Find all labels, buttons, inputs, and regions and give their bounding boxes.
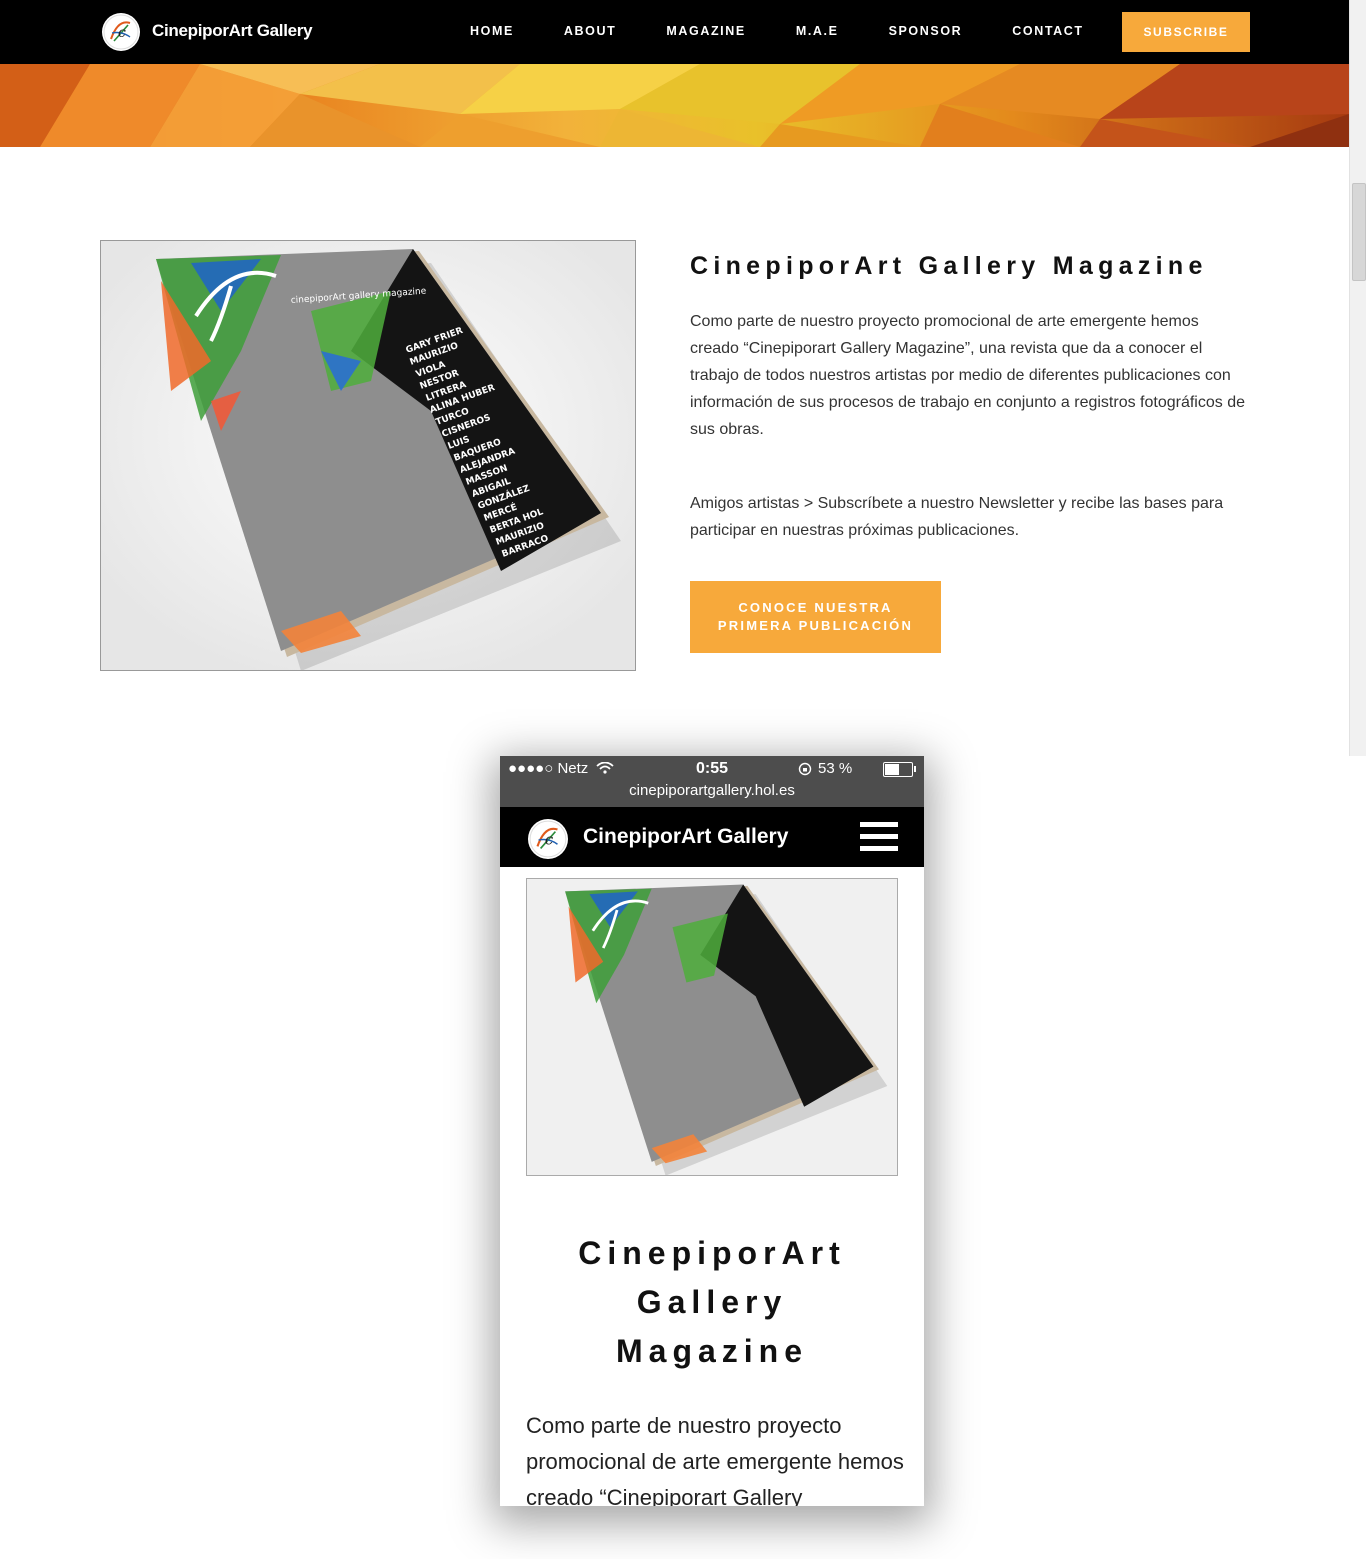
nav-sponsor-link[interactable]: SPONSOR [889, 24, 963, 38]
phone-section-title: CinepiporArt Gallery Magazine [500, 1229, 924, 1376]
mobile-preview: ●●●●○ Netz 0:55 53 % cinepiporartgallery… [500, 756, 924, 1506]
newsletter-paragraph: Amigos artistas > Subscríbete a nuestro … [690, 495, 1224, 539]
rotation-lock-icon [798, 762, 812, 776]
intro-paragraph: Como parte de nuestro proyecto promocion… [690, 313, 1245, 438]
hero-banner [0, 64, 1349, 147]
main-menu: HOME ABOUT MAGAZINE M.A.E SPONSOR CONTAC… [470, 24, 1134, 38]
svg-text:c: c [118, 25, 126, 41]
nav-magazine-link[interactable]: MAGAZINE [666, 24, 745, 38]
cta-line-1: CONOCE NUESTRA [738, 600, 893, 615]
phone-title-line-3: Magazine [615, 1333, 809, 1369]
phone-navbar: c CinepiporArt Gallery [500, 807, 924, 867]
phone-magazine-cover-image [526, 878, 898, 1176]
phone-intro-paragraph: Como parte de nuestro proyecto promocion… [526, 1413, 904, 1506]
wifi-icon [596, 761, 615, 774]
magazine-cover-image: cinepiporArt gallery magazine GARY FRIER… [100, 240, 636, 671]
phone-brand-name[interactable]: CinepiporArt Gallery [583, 825, 788, 849]
phone-url-bar[interactable]: cinepiporartgallery.hol.es [500, 782, 924, 799]
page-scrollbar[interactable] [1349, 0, 1366, 756]
section-title: CinepiporArt Gallery Magazine [690, 252, 1208, 280]
phone-site-logo[interactable]: c [528, 819, 568, 859]
carrier-text: ●●●●○ Netz [508, 760, 589, 777]
svg-text:c: c [545, 831, 553, 848]
carrier-signal: ●●●●○ Netz [508, 760, 615, 777]
first-publication-button[interactable]: CONOCE NUESTRA PRIMERA PUBLICACIÓN [690, 581, 941, 653]
scrollbar-thumb[interactable] [1352, 183, 1366, 281]
phone-title-line-1: CinepiporArt [578, 1235, 846, 1271]
phone-clock: 0:55 [696, 760, 729, 777]
nav-contact-link[interactable]: CONTACT [1012, 24, 1083, 38]
phone-title-line-2: Gallery [636, 1284, 788, 1320]
nav-mae-link[interactable]: M.A.E [796, 24, 839, 38]
site-logo[interactable]: c [102, 13, 140, 51]
phone-status-bar: ●●●●○ Netz 0:55 53 % cinepiporartgallery… [500, 756, 924, 807]
nav-home-link[interactable]: HOME [470, 24, 514, 38]
nav-about-link[interactable]: ABOUT [564, 24, 616, 38]
hamburger-menu-icon[interactable] [860, 822, 898, 854]
cta-line-2: PRIMERA PUBLICACIÓN [717, 618, 914, 633]
subscribe-button[interactable]: SUBSCRIBE [1122, 12, 1250, 52]
top-navbar: c CinepiporArt Gallery HOME ABOUT MAGAZI… [0, 0, 1349, 64]
site-brand-name[interactable]: CinepiporArt Gallery [152, 21, 313, 41]
battery-percentage: 53 % [818, 760, 853, 777]
battery-icon [883, 762, 916, 777]
